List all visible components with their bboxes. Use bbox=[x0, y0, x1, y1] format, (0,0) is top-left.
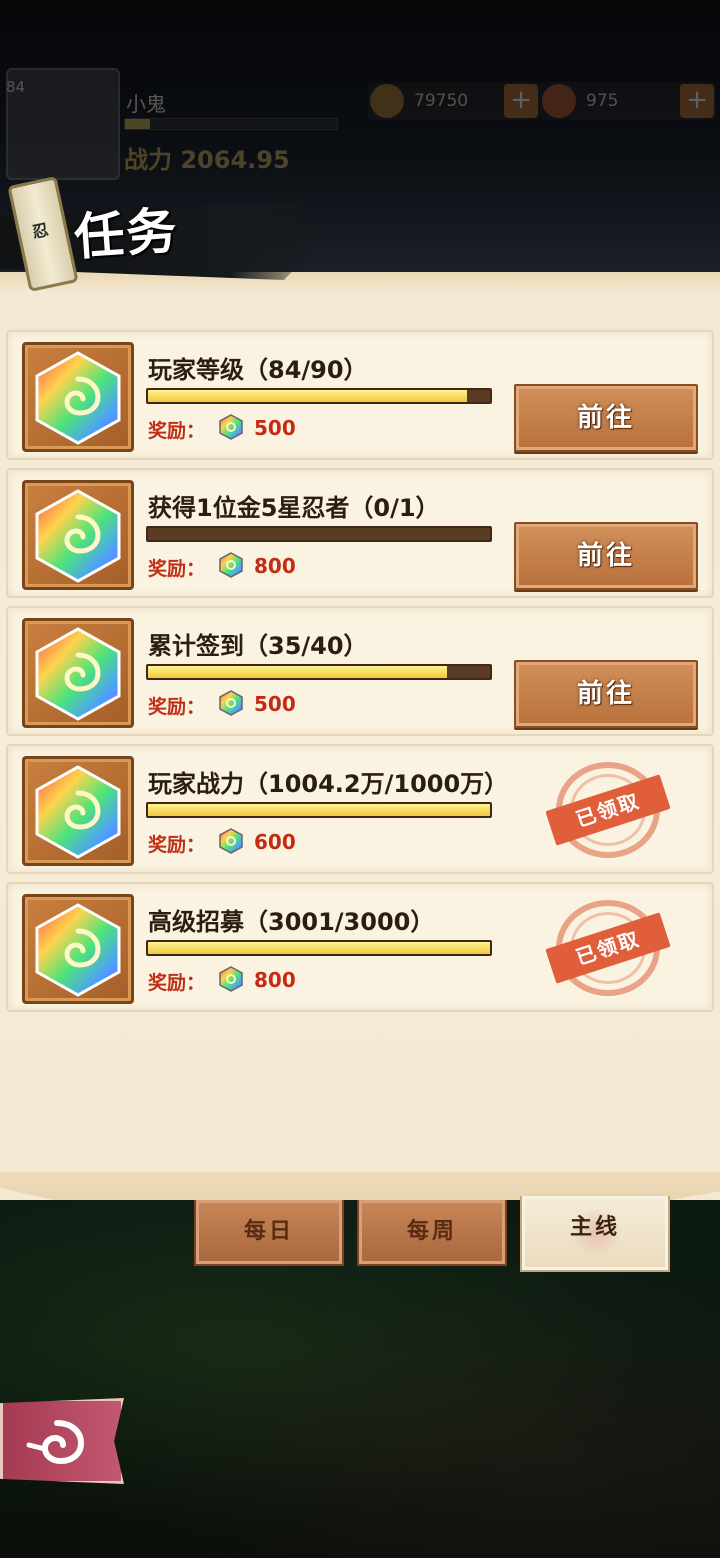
leaf-crystal-icon bbox=[22, 894, 134, 1004]
reward-value: 600 bbox=[254, 830, 296, 854]
reward-label: 奖励： bbox=[148, 696, 206, 718]
tab-weekly-label: 每周 bbox=[406, 1219, 457, 1244]
tab-weekly[interactable]: 每周 bbox=[357, 1200, 507, 1266]
reward-label: 奖励： bbox=[148, 558, 206, 580]
coin-plus-button[interactable]: + bbox=[504, 84, 538, 118]
task-card: 累计签到（35/40） 奖励： 500 前往 bbox=[6, 606, 714, 736]
reward-value: 500 bbox=[254, 692, 296, 716]
gem-icon bbox=[218, 414, 244, 444]
task-card: 玩家战力（1004.2万/1000万） 奖励： 600 已领取 bbox=[6, 744, 714, 874]
task-progress-bar bbox=[146, 802, 492, 818]
go-button[interactable]: 前往 bbox=[514, 522, 698, 590]
task-title: 获得1位金5星忍者（0/1） bbox=[148, 494, 440, 522]
task-card: 高级招募（3001/3000） 奖励： 800 已领取 bbox=[6, 882, 714, 1012]
scroll-char: 忍 bbox=[30, 220, 51, 242]
coin-value: 79750 bbox=[414, 91, 469, 111]
leaf-crystal-icon bbox=[22, 342, 134, 452]
task-title: 高级招募（3001/3000） bbox=[148, 908, 435, 936]
task-title: 累计签到（35/40） bbox=[148, 632, 368, 660]
tab-main[interactable]: 主线 bbox=[520, 1196, 670, 1272]
reward-value: 800 bbox=[254, 554, 296, 578]
task-progress-fill bbox=[148, 804, 490, 816]
gem-icon bbox=[218, 966, 244, 996]
leaf-crystal-icon bbox=[22, 618, 134, 728]
player-exp-fill bbox=[125, 119, 151, 129]
player-power: 战力 2064.95 bbox=[124, 146, 290, 174]
currency-coin: 79750 + bbox=[368, 82, 540, 120]
back-flag-button[interactable] bbox=[0, 1398, 124, 1484]
task-progress-bar bbox=[146, 388, 492, 404]
gem-plus-button[interactable]: + bbox=[680, 84, 714, 118]
scroll-icon: 忍 bbox=[7, 175, 79, 293]
reward-label: 奖励： bbox=[148, 834, 206, 856]
gem-icon bbox=[218, 552, 244, 582]
title-banner: 忍 任务 bbox=[0, 172, 330, 302]
task-progress-bar bbox=[146, 940, 492, 956]
page-title: 任务 bbox=[72, 200, 181, 267]
task-progress-fill bbox=[148, 666, 448, 678]
player-level: 84 bbox=[6, 78, 26, 96]
leaf-crystal-icon bbox=[22, 480, 134, 590]
task-progress-fill bbox=[148, 942, 490, 954]
gem-icon bbox=[218, 828, 244, 858]
claimed-stamp: 已领取 bbox=[544, 896, 672, 1000]
gem-value: 975 bbox=[586, 91, 619, 111]
gem-icon bbox=[542, 84, 576, 118]
gem-icon bbox=[218, 690, 244, 720]
reward-label: 奖励： bbox=[148, 972, 206, 994]
reward-value: 800 bbox=[254, 968, 296, 992]
player-name: 小鬼 bbox=[126, 92, 166, 116]
task-progress-bar bbox=[146, 526, 492, 542]
claimed-stamp: 已领取 bbox=[544, 758, 672, 862]
task-card: 玩家等级（84/90） 奖励： 500 前往 bbox=[6, 330, 714, 460]
tab-daily[interactable]: 每日 bbox=[194, 1200, 344, 1266]
task-list: 玩家等级（84/90） 奖励： 500 前往 获得1位金5星忍者（0/1） 奖励… bbox=[6, 330, 714, 1020]
leaf-crystal-icon bbox=[22, 756, 134, 866]
task-progress-fill bbox=[148, 390, 468, 402]
task-tabs: 每日 每周 主线 bbox=[194, 1196, 670, 1276]
task-progress-bar bbox=[146, 664, 492, 680]
player-exp-bar bbox=[124, 118, 338, 130]
reward-label: 奖励： bbox=[148, 420, 206, 442]
task-title: 玩家等级（84/90） bbox=[148, 356, 368, 384]
currency-gem: 975 + bbox=[540, 82, 716, 120]
reward-value: 500 bbox=[254, 416, 296, 440]
go-button[interactable]: 前往 bbox=[514, 660, 698, 728]
coin-icon bbox=[370, 84, 404, 118]
leaf-swirl-icon bbox=[26, 1420, 85, 1465]
go-button[interactable]: 前往 bbox=[514, 384, 698, 452]
tab-daily-label: 每日 bbox=[243, 1219, 294, 1244]
task-card: 获得1位金5星忍者（0/1） 奖励： 800 前往 bbox=[6, 468, 714, 598]
tab-main-label: 主线 bbox=[569, 1215, 620, 1240]
task-title: 玩家战力（1004.2万/1000万） bbox=[148, 770, 509, 798]
player-info-bar: 84 小鬼 战力 2064.95 79750 + 975 + bbox=[0, 60, 720, 180]
